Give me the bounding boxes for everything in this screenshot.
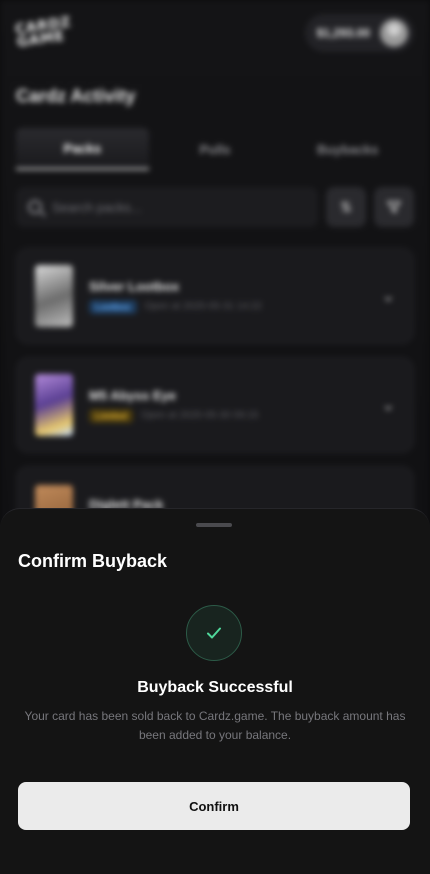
pack-image — [35, 265, 73, 327]
sort-icon: ⇅ — [340, 198, 352, 215]
pack-card-silver-lootbox[interactable]: Silver Lootbox Lootbox Open at 2025-05-3… — [16, 248, 414, 344]
pack-card-m5-abyss-eye[interactable]: M5 Abyss Eye Limited Open at 2025-05-30 … — [16, 357, 414, 453]
success-title: Buyback Successful — [137, 679, 293, 696]
check-icon — [207, 627, 221, 639]
tab-buybacks[interactable]: Buybacks — [281, 128, 414, 170]
search-icon — [28, 200, 42, 214]
pack-open-date: Open at 2025-05-30 09:15 — [141, 410, 259, 421]
pack-open-date: Open at 2025-05-31 14:22 — [144, 301, 262, 312]
top-bar: CARDZ GAME $1,293.00 — [14, 12, 414, 54]
pack-type-badge: Limited — [89, 408, 134, 423]
chevron-down-icon[interactable]: ⌄ — [382, 395, 395, 415]
confirm-button[interactable]: Confirm — [18, 782, 410, 830]
pack-name: M5 Abyss Eye — [89, 387, 176, 403]
confirm-buyback-sheet: Confirm Buyback Buyback Successful Your … — [0, 508, 430, 874]
page-title: Cardz Activity — [16, 86, 136, 106]
activity-tabs: Packs Pulls Buybacks — [16, 128, 414, 170]
filter-button[interactable] — [374, 187, 414, 227]
balance-pill[interactable]: $1,293.00 — [304, 14, 414, 52]
success-description: Your card has been sold back to Cardz.ga… — [24, 709, 406, 742]
search-placeholder: Search packs... — [52, 199, 142, 215]
sort-button[interactable]: ⇅ — [326, 187, 366, 227]
app-logo[interactable]: CARDZ GAME — [14, 14, 73, 51]
sheet-title: Confirm Buyback — [18, 551, 168, 571]
pack-type-badge: Lootbox — [89, 299, 137, 314]
pack-name: Silver Lootbox — [89, 278, 180, 294]
chevron-down-icon[interactable]: ⌄ — [382, 286, 395, 306]
tab-packs[interactable]: Packs — [16, 128, 149, 170]
pack-image — [35, 374, 73, 436]
tab-pulls[interactable]: Pulls — [149, 128, 282, 170]
avatar[interactable] — [380, 19, 408, 47]
search-row: Search packs... ⇅ — [16, 187, 414, 227]
sheet-drag-handle[interactable] — [196, 523, 232, 527]
success-badge — [186, 605, 242, 661]
balance-amount: $1,293.00 — [316, 26, 370, 40]
filter-icon — [387, 201, 401, 213]
search-input[interactable]: Search packs... — [16, 187, 318, 227]
